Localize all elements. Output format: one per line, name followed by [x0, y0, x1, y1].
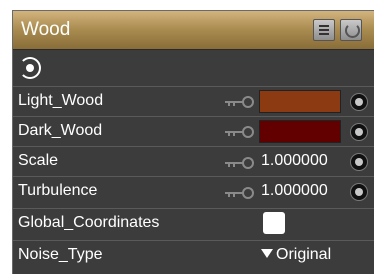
- panel-title: Wood: [21, 19, 71, 40]
- property-row-scale: Scale 1.000000: [13, 146, 374, 176]
- key-icon[interactable]: [225, 157, 254, 169]
- property-label: Global_Coordinates: [18, 214, 160, 231]
- dark-wood-color-swatch[interactable]: [259, 120, 341, 143]
- property-label: Light_Wood: [18, 92, 104, 109]
- global-coordinates-checkbox[interactable]: [263, 212, 285, 234]
- property-row-dark-wood: Dark_Wood: [13, 116, 374, 146]
- scale-value-field[interactable]: 1.000000: [261, 152, 328, 170]
- property-row-global-coordinates: Global_Coordinates: [13, 208, 374, 238]
- key-icon[interactable]: [225, 187, 254, 199]
- turbulence-value-field[interactable]: 1.000000: [261, 182, 328, 200]
- list-icon[interactable]: [313, 19, 335, 41]
- property-label: Noise_Type: [18, 246, 103, 263]
- preview-eye-icon[interactable]: [19, 57, 41, 79]
- property-label: Scale: [18, 152, 59, 169]
- property-row-turbulence: Turbulence 1.000000: [13, 176, 374, 206]
- property-label: Dark_Wood: [18, 122, 103, 139]
- preview-toolbar: [13, 50, 374, 86]
- property-row-noise-type: Noise_Type Original: [13, 240, 374, 270]
- refresh-icon[interactable]: [340, 19, 362, 41]
- connection-target-icon[interactable]: [350, 123, 368, 141]
- property-row-light-wood: Light_Wood: [13, 86, 374, 116]
- connection-target-icon[interactable]: [350, 93, 368, 111]
- noise-type-dropdown[interactable]: Original: [261, 246, 331, 264]
- connection-target-icon[interactable]: [350, 153, 368, 171]
- property-label: Turbulence: [18, 182, 98, 199]
- wood-node-panel: Wood Light_Wood Dark_Wood Scale 1.000000…: [12, 10, 374, 274]
- key-icon[interactable]: [225, 126, 254, 138]
- connection-target-icon[interactable]: [350, 183, 368, 201]
- key-icon[interactable]: [225, 96, 254, 108]
- dropdown-arrow-icon: [261, 249, 273, 258]
- dropdown-value: Original: [276, 246, 332, 263]
- light-wood-color-swatch[interactable]: [259, 90, 341, 113]
- panel-header: Wood: [13, 11, 374, 50]
